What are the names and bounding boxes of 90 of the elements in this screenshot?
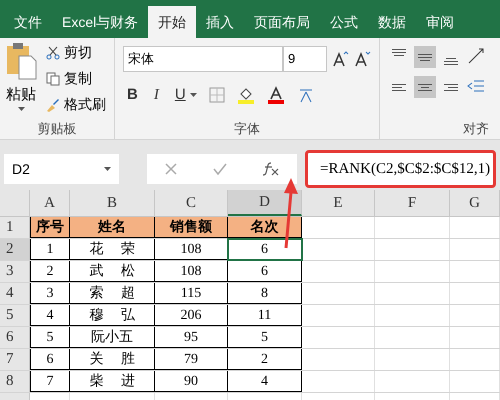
align-lines-icon [392, 84, 406, 90]
table-cell: 柴 进 [70, 371, 155, 392]
table-cell: 2 [228, 349, 302, 370]
row-header[interactable]: 1 [0, 217, 30, 238]
row-header[interactable]: 4 [0, 283, 30, 304]
table-cell: 206 [155, 305, 228, 326]
table-cell: 2 [30, 261, 70, 282]
name-box[interactable]: D2 [4, 154, 119, 184]
table-cell: 5 [30, 327, 70, 348]
borders-icon[interactable] [208, 87, 225, 104]
clipboard-command[interactable]: 剪切 [64, 42, 92, 63]
header-cell: 序号 [30, 217, 70, 238]
ribbon-tab[interactable]: 文件 [4, 6, 52, 38]
font-name-field[interactable]: 宋体 [123, 46, 283, 72]
column-header[interactable]: A [30, 190, 70, 216]
font-color-icon[interactable] [266, 86, 285, 104]
column-header[interactable]: B [70, 190, 155, 216]
table-cell: 3 [30, 283, 70, 304]
table-cell: 4 [30, 305, 70, 326]
table-cell: 11 [228, 305, 302, 326]
fill-color-icon[interactable] [236, 86, 255, 104]
header-cell: 名次 [228, 217, 302, 238]
header-cell: 姓名 [70, 217, 155, 238]
table-cell: 关 胜 [70, 349, 155, 370]
table-cell: 108 [155, 239, 228, 260]
table-cell: 5 [228, 327, 302, 348]
table-cell: 95 [155, 327, 228, 348]
formula-field[interactable]: =RANK(C2,$C$2:$C$12,1) [305, 150, 496, 188]
header-cell: 销售额 [155, 217, 228, 238]
orientation-icon[interactable] [466, 46, 486, 66]
align-lines-icon [444, 58, 458, 65]
table-cell: 索 超 [70, 283, 155, 304]
function-icon[interactable] [262, 161, 280, 177]
row-header[interactable]: 6 [0, 327, 30, 348]
align-button[interactable] [414, 76, 436, 98]
italic-button[interactable]: I [154, 84, 159, 106]
column-header[interactable]: D [228, 190, 302, 216]
table-cell: 阮小五 [70, 327, 155, 348]
ribbon-tab[interactable]: 页面布局 [244, 6, 320, 38]
row-header[interactable]: 7 [0, 349, 30, 370]
ribbon-tab[interactable]: 数据 [368, 6, 416, 38]
paste-label[interactable]: 粘贴 [6, 84, 36, 106]
ribbon-tab[interactable]: Excel与财务 [52, 6, 148, 38]
column-header[interactable]: E [302, 190, 375, 216]
table-cell: 79 [155, 349, 228, 370]
clipboard-command[interactable]: 复制 [64, 68, 92, 89]
row-header-background [0, 393, 30, 400]
brush-icon [46, 98, 60, 112]
column-header[interactable]: F [375, 190, 450, 216]
align-lines-icon [418, 54, 432, 60]
dropdown-caret-icon[interactable] [18, 106, 24, 110]
table-cell: 108 [155, 261, 228, 282]
ribbon-tab[interactable]: 插入 [196, 6, 244, 38]
clipboard-command[interactable]: 格式刷 [64, 94, 106, 115]
table-cell: 花 荣 [70, 239, 155, 260]
align-lines-icon [418, 84, 432, 90]
table-cell: 6 [228, 239, 302, 260]
align-lines-icon [392, 49, 406, 56]
align-lines-icon [444, 84, 458, 90]
shrink-font-icon[interactable] [353, 50, 371, 68]
scissors-icon [46, 46, 60, 60]
group-label: 剪贴板 [38, 120, 76, 138]
table-cell: 6 [228, 261, 302, 282]
dropdown-caret-icon[interactable] [190, 93, 197, 98]
paste-icon[interactable] [5, 42, 37, 80]
table-cell: 武 松 [70, 261, 155, 282]
grow-font-icon[interactable] [331, 50, 349, 68]
table-cell: 6 [30, 349, 70, 370]
group-label: 字体 [234, 120, 260, 138]
row-header[interactable]: 8 [0, 371, 30, 392]
ribbon-tab[interactable]: 审阅 [416, 6, 464, 38]
table-cell: 90 [155, 371, 228, 392]
table-cell: 4 [228, 371, 302, 392]
row-header[interactable]: 3 [0, 261, 30, 282]
font-size-field[interactable]: 9 [283, 46, 327, 72]
row-header[interactable]: 2 [0, 239, 30, 260]
group-label: 对齐 [463, 120, 489, 138]
row-header[interactable]: 5 [0, 305, 30, 326]
table-cell: 115 [155, 283, 228, 304]
underline-button[interactable]: U [174, 84, 186, 106]
bold-button[interactable]: B [127, 84, 138, 106]
table-cell: 7 [30, 371, 70, 392]
column-header[interactable]: G [450, 190, 500, 216]
table-cell: 1 [30, 239, 70, 260]
ribbon-tab[interactable]: 公式 [320, 6, 368, 38]
ribbon-tab[interactable]: 开始 [148, 6, 196, 38]
align-button[interactable] [414, 46, 436, 68]
table-cell: 穆 弘 [70, 305, 155, 326]
table-cell: 8 [228, 283, 302, 304]
copy-icon [46, 72, 60, 86]
